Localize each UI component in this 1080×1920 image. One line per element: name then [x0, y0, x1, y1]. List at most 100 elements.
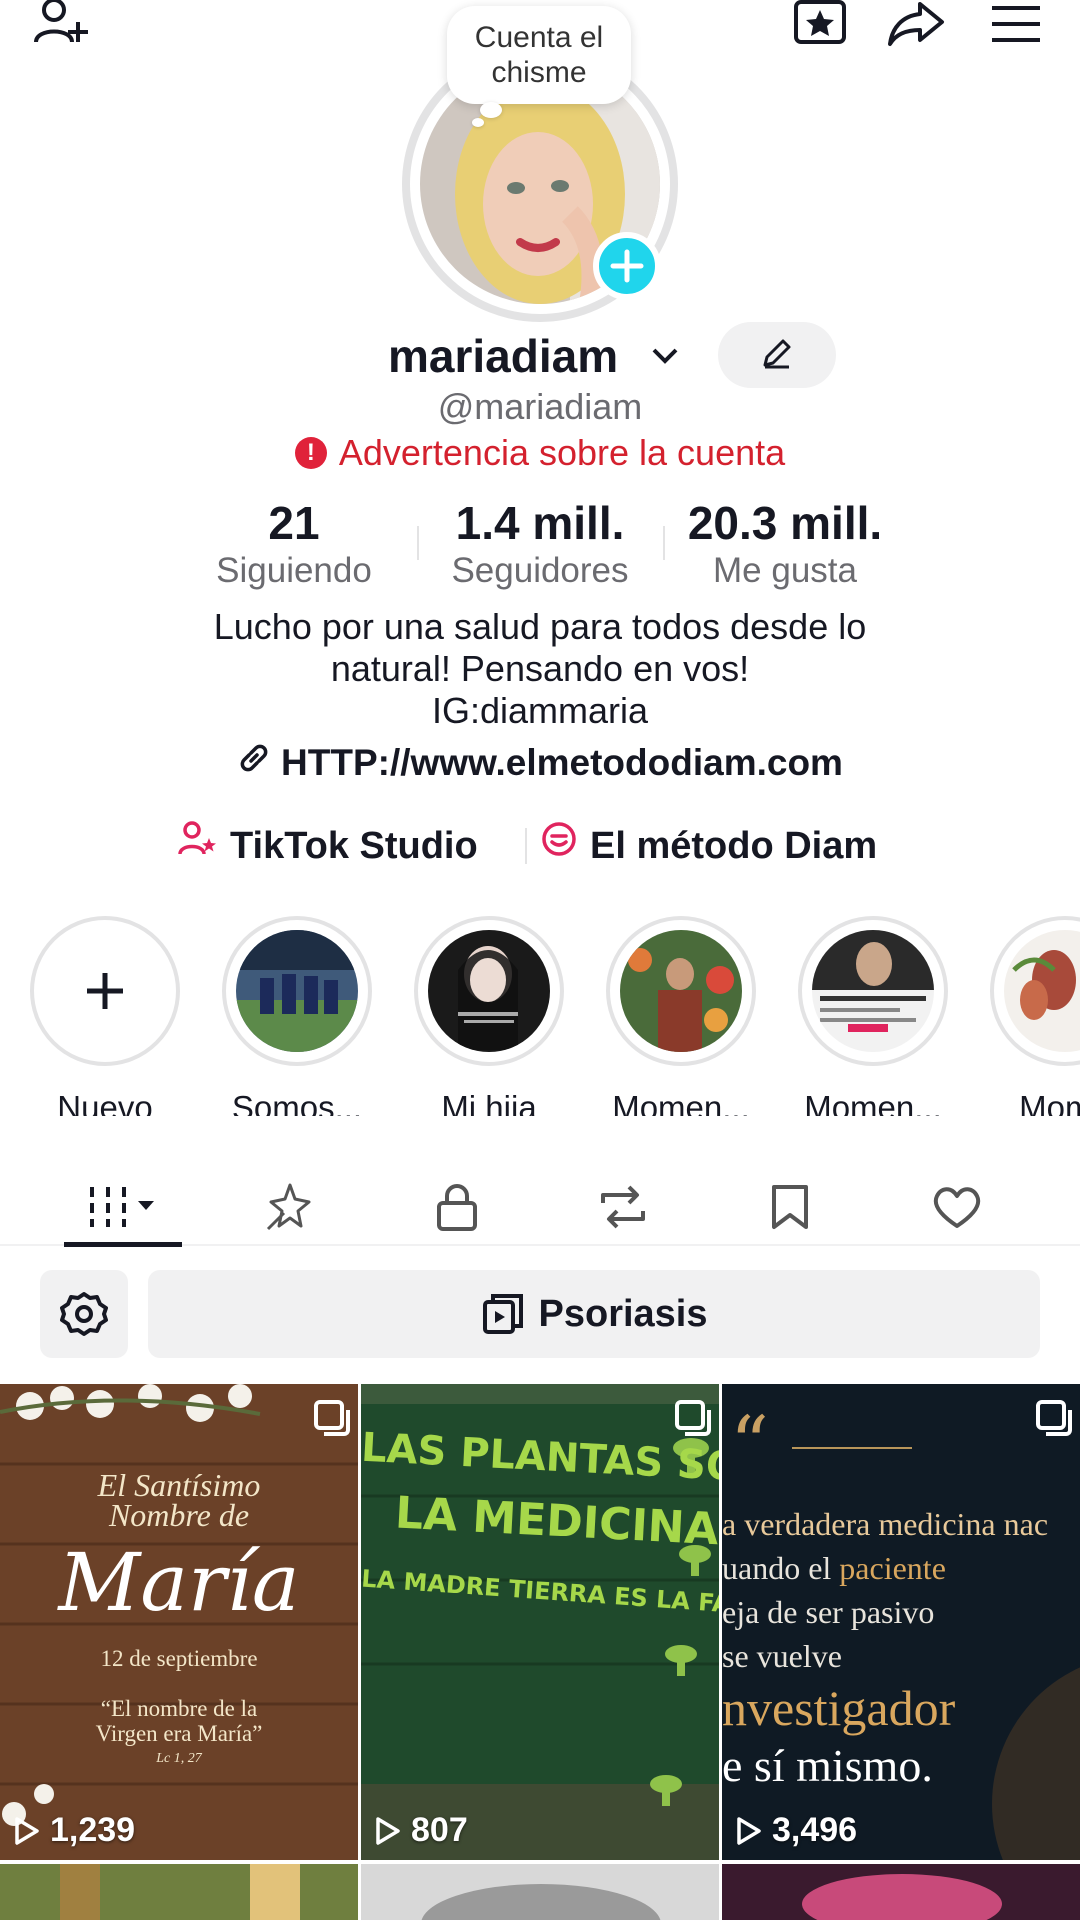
video-quote-word: uando el	[722, 1550, 832, 1586]
highlight-label: Somos...	[231, 1089, 363, 1116]
videos-grid-icon	[90, 1187, 154, 1227]
repost-icon	[601, 1185, 645, 1229]
tab-effects[interactable]	[240, 1172, 340, 1242]
tab-private[interactable]	[407, 1172, 507, 1242]
active-tab-indicator	[64, 1242, 182, 1247]
profile-stats: 21 Siguiendo 1.4 mill. Seguidores 20.3 m…	[0, 496, 1080, 596]
highlight-label: Mi hija	[441, 1089, 537, 1116]
multi-video-icon	[675, 1400, 711, 1436]
video-quote-highlight: paciente	[839, 1550, 946, 1586]
video-thumbnail[interactable]: “ a verdadera medicina nac uando el paci…	[722, 1384, 1080, 1860]
username[interactable]: mariadiam	[388, 326, 618, 386]
link-icon	[237, 736, 271, 790]
tab-liked[interactable]	[907, 1172, 1007, 1242]
highlight-new[interactable]: Nuevo	[30, 916, 180, 1116]
stat-likes[interactable]: 20.3 mill. Me gusta	[670, 496, 900, 592]
note-bubble-tail	[480, 102, 502, 118]
following-count: 21	[268, 497, 320, 549]
video-quote-line: Virgen era María”	[95, 1721, 263, 1746]
likes-label: Me gusta	[713, 551, 857, 590]
video-grid: El Santísimo Nombre de María 12 de septi…	[0, 1384, 1080, 1920]
highlight-label: Momen...	[804, 1089, 942, 1116]
el-metodo-diam-button[interactable]: El método Diam	[540, 818, 877, 874]
video-title-script: María	[58, 1536, 300, 1629]
multi-video-icon	[1036, 1400, 1072, 1436]
gear-icon	[60, 1292, 108, 1336]
video-quote-line: uando el paciente	[722, 1546, 1080, 1590]
share-icon[interactable]	[884, 0, 948, 56]
bio-link[interactable]: HTTP://www.elmetododiam.com	[0, 736, 1080, 790]
highlight-somos[interactable]: Somos...	[222, 916, 372, 1116]
tools-divider	[525, 828, 527, 864]
highlight-label: Nuevo	[57, 1089, 153, 1116]
video-quote-line: se vuelve	[722, 1638, 842, 1674]
video-quote-text: a verdadera medicina nac uando el pacien…	[722, 1502, 1080, 1794]
video-thumbnail[interactable]	[722, 1864, 1080, 1920]
playlist-settings-button[interactable]	[40, 1270, 128, 1358]
play-icon	[15, 1816, 39, 1845]
video-thumbnail[interactable]	[0, 1864, 358, 1920]
profile-note-text: Cuenta el chisme	[474, 21, 604, 89]
video-quote-ref: Lc 1, 27	[156, 1751, 202, 1766]
video-title-text: El Santísimo Nombre de	[0, 1467, 358, 1533]
plus-icon	[87, 973, 123, 1009]
view-count-text: 1,239	[50, 1811, 136, 1849]
profile-note-bubble[interactable]: Cuenta el chisme	[447, 6, 631, 104]
video-quote-line: eja de ser pasivo	[722, 1594, 935, 1630]
bio-line: Lucho por una salud para todos desde lo	[213, 606, 867, 647]
note-bubble-tail-small	[472, 118, 484, 127]
playlist-label: Psoriasis	[538, 1292, 708, 1335]
edit-profile-button[interactable]	[718, 322, 836, 388]
video-title-text: LAS PLANTAS SON LA MEDICINA, LA MADRE TI…	[361, 1425, 719, 1626]
bio-line: natural! Pensando en vos!	[330, 648, 750, 689]
followers-label: Seguidores	[451, 551, 629, 590]
tab-reposts[interactable]	[573, 1172, 673, 1242]
video-title-line: Nombre de	[108, 1497, 250, 1533]
video-thumbnail[interactable]	[361, 1864, 719, 1920]
video-title-line: El Santísimo	[97, 1467, 261, 1503]
favorites-star-icon[interactable]	[788, 0, 852, 56]
username-row: mariadiam	[0, 326, 1080, 386]
highlight-momentos-1[interactable]: Momen...	[606, 916, 756, 1116]
tiktok-studio-button[interactable]: TikTok Studio	[178, 818, 478, 874]
lock-icon	[437, 1184, 477, 1231]
sparkle-icon	[266, 1183, 311, 1231]
stat-following[interactable]: 21 Siguiendo	[194, 496, 394, 592]
play-icon	[376, 1816, 400, 1845]
menu-icon[interactable]	[984, 0, 1048, 56]
bookmark-icon	[772, 1185, 808, 1229]
tab-saved[interactable]	[740, 1172, 840, 1242]
chevron-down-icon[interactable]	[650, 344, 680, 373]
view-count: 3,496	[736, 1811, 857, 1850]
heart-icon	[933, 1187, 981, 1228]
video-date: 12 de septiembre	[100, 1646, 258, 1671]
video-quote-line: e sí mismo.	[722, 1740, 933, 1791]
highlight-mi-hija[interactable]: Mi hija	[414, 916, 564, 1116]
view-count-text: 807	[411, 1811, 468, 1849]
video-thumbnail[interactable]: El Santísimo Nombre de María 12 de septi…	[0, 1384, 358, 1860]
svg-text:“: “	[730, 1399, 769, 1488]
pencil-icon	[759, 335, 795, 376]
playlist-psoriasis[interactable]: Psoriasis	[148, 1270, 1040, 1358]
stat-divider	[417, 526, 419, 560]
tiktok-studio-label: TikTok Studio	[230, 825, 478, 867]
highlight-momentos-3[interactable]: Mome	[990, 916, 1080, 1116]
account-warning-text: Advertencia sobre la cuenta	[338, 432, 786, 473]
add-story-button[interactable]	[593, 232, 661, 300]
tab-videos[interactable]	[74, 1172, 174, 1242]
following-label: Siguiendo	[216, 551, 372, 590]
highlight-label: Momen...	[612, 1089, 750, 1116]
followers-count: 1.4 mill.	[455, 497, 625, 549]
story-highlights: Nuevo Somos... Mi hija Momen... Momen...…	[0, 916, 1080, 1116]
studio-icon	[178, 818, 218, 874]
multi-video-icon	[314, 1400, 350, 1436]
video-thumbnail[interactable]: LAS PLANTAS SON LA MEDICINA, LA MADRE TI…	[361, 1384, 719, 1860]
community-icon	[540, 818, 578, 874]
highlight-label: Mome	[1019, 1089, 1080, 1116]
account-warning[interactable]: ! Advertencia sobre la cuenta	[0, 430, 1080, 476]
highlight-momentos-2[interactable]: Momen...	[798, 916, 948, 1116]
playlist-filter-row: Psoriasis	[0, 1270, 1080, 1358]
video-quote-line: a verdadera medicina nac	[722, 1506, 1049, 1542]
add-friend-icon[interactable]	[30, 0, 94, 56]
stat-followers[interactable]: 1.4 mill. Seguidores	[430, 496, 650, 592]
